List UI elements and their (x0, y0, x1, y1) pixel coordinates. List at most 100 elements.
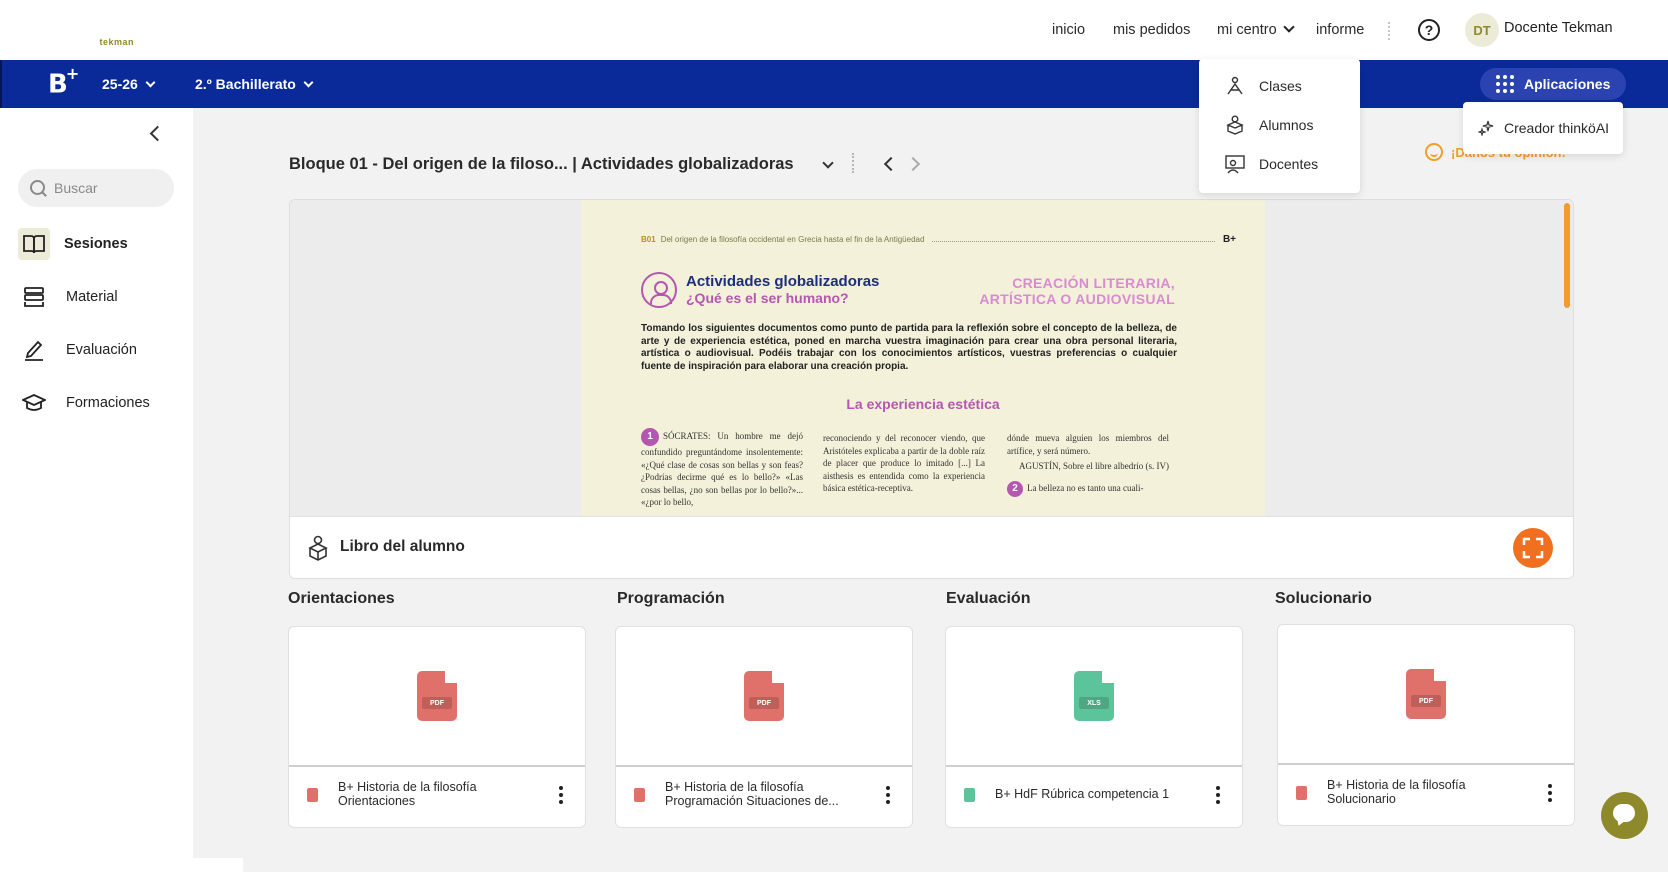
resource-card[interactable]: PDF B+ Historia de la filosofía Solucion… (1277, 624, 1575, 826)
book-icon (18, 228, 50, 260)
resource-thumbnail[interactable]: PDF (289, 627, 585, 767)
nav-mis-pedidos[interactable]: mis pedidos (1113, 22, 1190, 38)
number-badge: 2 (1007, 480, 1023, 497)
chat-button[interactable] (1601, 792, 1648, 839)
course-selector[interactable]: 2.º Bachillerato (195, 76, 314, 92)
book-page-area[interactable]: B01 Del origen de la filosofía occidenta… (290, 200, 1573, 516)
menu-item-label: Docentes (1259, 156, 1319, 172)
more-options-icon[interactable] (886, 786, 890, 804)
file-icon (634, 788, 645, 802)
resource-info: B+ Historia de la filosofía Solucionario (1278, 767, 1574, 825)
scrollbar[interactable] (1564, 203, 1570, 308)
resource-card[interactable]: PDF B+ Historia de la filosofía Programa… (615, 626, 913, 828)
chevron-left-icon[interactable] (883, 156, 899, 172)
nav-mi-centro[interactable]: mi centro (1217, 0, 1295, 60)
pen-icon (18, 334, 50, 366)
resource-card[interactable]: XLS B+ HdF Rúbrica competencia 1 (945, 626, 1243, 828)
year-selector[interactable]: 25-26 (102, 76, 156, 92)
apps-button[interactable]: Aplicaciones (1480, 68, 1626, 100)
sidebar: Sesiones Material Evaluación Formaciones (0, 108, 193, 858)
chevron-right-icon[interactable] (905, 156, 921, 172)
user-name[interactable]: Docente Tekman (1504, 20, 1613, 36)
section-title-orientaciones: Orientaciones (288, 590, 395, 607)
bplus-logo[interactable]: B+ (48, 64, 79, 100)
page-header-brand: B+ (1222, 234, 1236, 245)
course-selector-label: 2.º Bachillerato (195, 76, 296, 92)
divider (1388, 22, 1390, 40)
page-column-2: reconociendo y del reconocer viendo, que… (823, 433, 985, 493)
page-tag-line2: ARTÍSTICA O AUDIOVISUAL (979, 291, 1175, 307)
resource-name: B+ Historia de la filosofía Programación… (665, 780, 839, 808)
page-header-text: Del origen de la filosofía occidental en… (660, 235, 925, 244)
resource-info: B+ HdF Rúbrica competencia 1 (946, 769, 1242, 827)
more-options-icon[interactable] (1548, 784, 1552, 802)
page-section-title: La experiencia estética (846, 396, 1000, 412)
sidebar-item-formaciones[interactable]: Formaciones (18, 386, 188, 420)
menu-item-creador-thinkoai[interactable]: Creador thinköAI (1463, 102, 1623, 154)
product-bar: B+ 25-26 2.º Bachillerato Aplicaciones (0, 60, 1668, 108)
section-title-evaluacion: Evaluación (946, 590, 1031, 607)
sidebar-item-label: Sesiones (64, 236, 128, 252)
nav-mi-centro-label: mi centro (1217, 22, 1277, 38)
more-options-icon[interactable] (1216, 786, 1220, 804)
bloque-title[interactable]: Bloque 01 - Del origen de la filoso... |… (289, 155, 794, 174)
myroom-logo[interactable]: myroom tekman (50, 14, 1668, 872)
avatar[interactable]: DT (1465, 13, 1499, 47)
teacher-icon (1225, 155, 1245, 174)
fullscreen-icon (1522, 537, 1544, 559)
menu-item-label: Clases (1259, 78, 1302, 94)
main-content: Bloque 01 - Del origen de la filoso... |… (193, 108, 1668, 858)
pdf-file-icon: PDF (744, 671, 784, 721)
xls-file-icon: XLS (1074, 671, 1114, 721)
pdf-file-icon: PDF (417, 671, 457, 721)
menu-item-alumnos[interactable]: Alumnos (1199, 108, 1360, 142)
resource-info: B+ Historia de la filosofía Programación… (616, 769, 912, 827)
resource-name: B+ Historia de la filosofía Orientacione… (338, 780, 477, 808)
graduation-cap-icon (18, 387, 50, 419)
menu-item-clases[interactable]: Clases (1199, 69, 1360, 103)
student-icon (1226, 115, 1244, 135)
search-box[interactable] (18, 169, 174, 207)
page-title: Actividades globalizadoras (686, 273, 880, 290)
person-icon (641, 272, 677, 308)
sparkle-icon (1478, 120, 1494, 136)
page-column-3: dónde mueva alguien los miembros del art… (1007, 432, 1169, 497)
nav-inicio[interactable]: inicio (1052, 22, 1085, 38)
resource-name: B+ Historia de la filosofía Solucionario (1327, 778, 1466, 806)
sidebar-item-evaluacion[interactable]: Evaluación (18, 333, 188, 367)
nav-informe[interactable]: informe (1316, 22, 1364, 38)
section-title-solucionario: Solucionario (1275, 590, 1372, 607)
menu-item-docentes[interactable]: Docentes (1199, 147, 1360, 181)
book-page: B01 Del origen de la filosofía occidenta… (581, 200, 1265, 516)
help-icon[interactable]: ? (1418, 19, 1440, 41)
apps-button-label: Aplicaciones (1524, 76, 1611, 92)
more-options-icon[interactable] (559, 786, 563, 804)
chevron-down-icon (303, 77, 314, 88)
search-input[interactable] (54, 180, 164, 196)
resource-name: B+ HdF Rúbrica competencia 1 (995, 787, 1170, 801)
menu-item-label: Alumnos (1259, 117, 1314, 133)
file-icon (1296, 786, 1307, 800)
chevron-down-icon (822, 157, 834, 169)
resource-thumbnail[interactable]: PDF (616, 627, 912, 767)
pdf-file-icon: PDF (1406, 669, 1446, 719)
book-viewer: B01 Del origen de la filosofía occidenta… (289, 199, 1574, 579)
chevron-left-icon[interactable] (146, 124, 164, 142)
sidebar-item-sesiones[interactable]: Sesiones (18, 227, 188, 261)
section-title-programacion: Programación (617, 590, 725, 607)
page-column-1: 1 SÓCRATES: Un hombre me dejó confundido … (641, 428, 803, 509)
divider (852, 153, 854, 173)
page-header: B01 Del origen de la filosofía occidenta… (641, 234, 1236, 245)
file-icon (307, 788, 318, 802)
resource-thumbnail[interactable]: PDF (1278, 625, 1574, 765)
resource-card[interactable]: PDF B+ Historia de la filosofía Orientac… (288, 626, 586, 828)
bloque-selector[interactable] (816, 157, 834, 175)
viewer-toolbar: Libro del alumno (290, 516, 1573, 578)
sidebar-item-material[interactable]: Material (18, 280, 188, 314)
fullscreen-button[interactable] (1513, 528, 1553, 568)
resource-thumbnail[interactable]: XLS (946, 627, 1242, 767)
chevron-down-icon (1282, 21, 1295, 33)
mi-centro-menu: Clases Alumnos Docentes (1199, 59, 1360, 193)
menu-item-label: Creador thinköAI (1504, 120, 1610, 136)
year-selector-label: 25-26 (102, 76, 138, 92)
